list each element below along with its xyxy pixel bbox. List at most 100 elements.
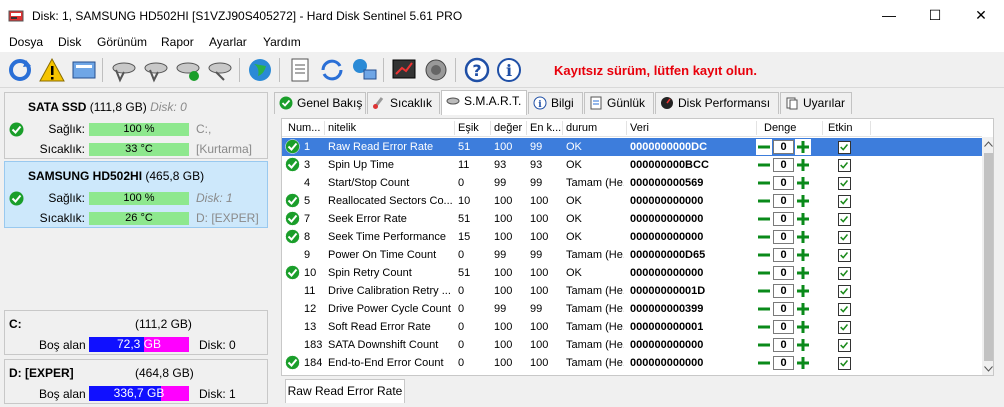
sync-icon[interactable] xyxy=(318,56,346,84)
enabled-checkbox[interactable] xyxy=(838,357,851,370)
disk-surface-icon[interactable] xyxy=(142,56,170,84)
table-row-selected[interactable]: 1 Raw Read Error Rate 51 100 99 OK 0000000000D… xyxy=(282,138,982,156)
column-header[interactable]: Num... xyxy=(288,122,320,134)
balance-value[interactable]: 0 xyxy=(773,248,794,262)
network-icon[interactable] xyxy=(350,56,378,84)
column-header[interactable]: durum xyxy=(566,122,597,134)
minus-icon[interactable] xyxy=(756,301,772,317)
balance-value[interactable]: 0 xyxy=(773,338,794,352)
enabled-checkbox[interactable] xyxy=(838,159,851,172)
table-row[interactable]: 5 Reallocated Sectors Co... 10 100 100 OK 0000… xyxy=(282,192,982,210)
column-header[interactable]: değer xyxy=(494,122,522,134)
table-row[interactable]: 184 End-to-End Error Count 0 100 100 Tamam (H… xyxy=(282,354,982,372)
table-row[interactable]: 8 Seek Time Performance 15 100 100 OK 00000000… xyxy=(282,228,982,246)
scroll-up-icon[interactable] xyxy=(984,141,993,147)
unregistered-notice[interactable]: Kayıtsız sürüm, lütfen kayıt olun. xyxy=(554,63,757,78)
refresh-icon[interactable] xyxy=(6,56,34,84)
menu-dosya[interactable]: Dosya xyxy=(9,35,43,49)
plus-icon[interactable] xyxy=(795,283,811,299)
minus-icon[interactable] xyxy=(756,139,772,155)
table-row[interactable]: 9Power On Time Count09999Tamam (He...000… xyxy=(282,246,982,264)
attribute-detail-tab[interactable]: Raw Read Error Rate xyxy=(285,379,405,403)
enabled-checkbox[interactable] xyxy=(838,249,851,262)
enabled-checkbox[interactable] xyxy=(838,141,851,154)
balance-value[interactable]: 0 xyxy=(773,284,794,298)
sound-icon[interactable] xyxy=(422,56,450,84)
balance-value[interactable]: 0 xyxy=(773,230,794,244)
table-row[interactable]: 10 Spin Retry Count 51 100 100 OK 000000000000… xyxy=(282,264,982,282)
table-row[interactable]: 7 Seek Error Rate 51 100 100 OK 000000000000 0 xyxy=(282,210,982,228)
close-button[interactable]: ✕ xyxy=(958,0,1004,32)
minus-icon[interactable] xyxy=(756,247,772,263)
report-icon[interactable] xyxy=(286,56,314,84)
enabled-checkbox[interactable] xyxy=(838,213,851,226)
vertical-scrollbar[interactable] xyxy=(982,137,993,375)
minus-icon[interactable] xyxy=(756,319,772,335)
column-header[interactable]: Denge xyxy=(764,122,796,134)
plus-icon[interactable] xyxy=(795,229,811,245)
table-row[interactable]: 4Start/Stop Count09999Tamam (He...000000… xyxy=(282,174,982,192)
plus-icon[interactable] xyxy=(795,193,811,209)
plus-icon[interactable] xyxy=(795,175,811,191)
enabled-checkbox[interactable] xyxy=(838,339,851,352)
column-header[interactable]: nitelik xyxy=(328,122,356,134)
tab-info[interactable]: i Bilgi xyxy=(528,92,583,114)
disk-entry[interactable]: SATA SSD (111,8 GB) Disk: 0 Sağlık: 100 … xyxy=(4,92,268,159)
balance-stepper[interactable]: 0 xyxy=(756,265,812,281)
table-row[interactable]: 183 SATA Downshift Count 0 100 100 Tamam (He.… xyxy=(282,336,982,354)
plus-icon[interactable] xyxy=(795,139,811,155)
tab-alerts[interactable]: Uyarılar xyxy=(780,92,852,114)
balance-stepper[interactable]: 0 xyxy=(756,139,812,155)
balance-value[interactable]: 0 xyxy=(773,176,794,190)
menu-yardim[interactable]: Yardım xyxy=(263,35,301,49)
tab-temperature[interactable]: Sıcaklık xyxy=(367,92,440,114)
drive-entry[interactable]: C: (111,2 GB) Boş alan 72,3 GB Disk: 0 xyxy=(4,310,268,355)
table-row[interactable]: 12 Drive Power Cycle Count 0 99 99 Tamam (He.… xyxy=(282,300,982,318)
benchmark-icon[interactable] xyxy=(390,56,418,84)
balance-stepper[interactable]: 0 xyxy=(756,355,812,371)
minus-icon[interactable] xyxy=(756,265,772,281)
balance-stepper[interactable]: 0 xyxy=(756,319,812,335)
column-header[interactable]: Eşik xyxy=(458,122,479,134)
minus-icon[interactable] xyxy=(756,283,772,299)
minus-icon[interactable] xyxy=(756,229,772,245)
balance-stepper[interactable]: 0 xyxy=(756,301,812,317)
balance-value[interactable]: 0 xyxy=(773,356,794,370)
balance-stepper[interactable]: 0 xyxy=(756,283,812,299)
minimize-button[interactable]: — xyxy=(866,0,912,32)
plus-icon[interactable] xyxy=(795,319,811,335)
disk-info-icon[interactable] xyxy=(70,56,98,84)
minus-icon[interactable] xyxy=(756,175,772,191)
warning-icon[interactable] xyxy=(38,56,66,84)
menu-rapor[interactable]: Rapor xyxy=(161,35,194,49)
maximize-button[interactable]: ☐ xyxy=(912,0,958,32)
menu-ayarlar[interactable]: Ayarlar xyxy=(209,35,247,49)
balance-stepper[interactable]: 0 xyxy=(756,175,812,191)
plus-icon[interactable] xyxy=(795,157,811,173)
plus-icon[interactable] xyxy=(795,265,811,281)
balance-value[interactable]: 0 xyxy=(773,140,794,154)
scroll-thumb[interactable] xyxy=(984,153,993,361)
plus-icon[interactable] xyxy=(795,247,811,263)
tab-log[interactable]: Günlük xyxy=(584,92,654,114)
column-header[interactable]: Etkin xyxy=(828,122,852,134)
disk-test-icon[interactable] xyxy=(110,56,138,84)
enabled-checkbox[interactable] xyxy=(838,285,851,298)
minus-icon[interactable] xyxy=(756,193,772,209)
balance-value[interactable]: 0 xyxy=(773,212,794,226)
globe-icon[interactable] xyxy=(246,56,274,84)
balance-stepper[interactable]: 0 xyxy=(756,247,812,263)
menu-gorunum[interactable]: Görünüm xyxy=(97,35,147,49)
table-row[interactable]: 3 Spin Up Time 11 93 93 OK 000000000BCC 0 xyxy=(282,156,982,174)
help-icon[interactable]: ? xyxy=(463,56,491,84)
minus-icon[interactable] xyxy=(756,211,772,227)
drive-entry[interactable]: D: [EXPER] (464,8 GB) Boş alan 336,7 GB … xyxy=(4,359,268,404)
enabled-checkbox[interactable] xyxy=(838,195,851,208)
plus-icon[interactable] xyxy=(795,355,811,371)
minus-icon[interactable] xyxy=(756,355,772,371)
plus-icon[interactable] xyxy=(795,211,811,227)
balance-value[interactable]: 0 xyxy=(773,194,794,208)
table-row[interactable]: 13 Soft Read Error Rate 0 100 100 Tamam (He..… xyxy=(282,318,982,336)
table-row[interactable]: 11 Drive Calibration Retry ... 0 100 100 Tama… xyxy=(282,282,982,300)
plus-icon[interactable] xyxy=(795,337,811,353)
